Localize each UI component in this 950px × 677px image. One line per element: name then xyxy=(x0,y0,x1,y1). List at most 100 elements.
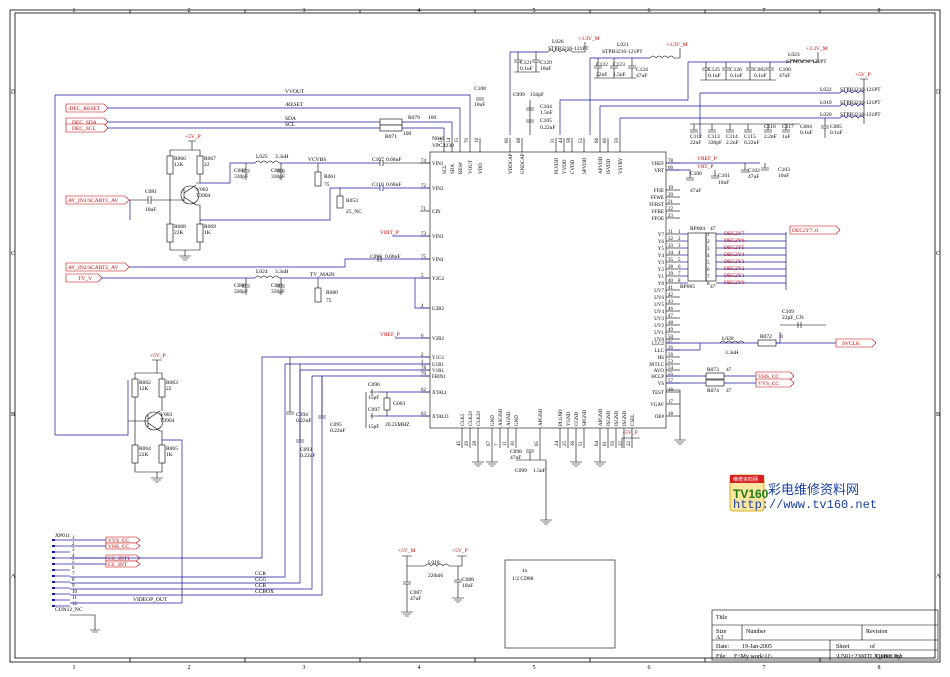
r079-val: 100 xyxy=(428,115,437,121)
r079-ref: R079 xyxy=(408,115,420,121)
r064-val: 22K xyxy=(139,452,149,458)
c099-val: 150pF xyxy=(530,92,544,98)
c096-val: 15pF xyxy=(368,395,379,401)
ic-pin-name: GNDCAP xyxy=(521,153,526,174)
ic-pin-name: RES# xyxy=(459,162,464,174)
r073-val: 47 xyxy=(726,367,732,373)
r066-val: 12K xyxy=(174,162,184,168)
c108-ref: C108 xyxy=(474,86,486,92)
connector-xp011: XP011 CON12_NC 1 VVS_CC2 VHS_CC34 CC_INT15 C… xyxy=(52,356,323,633)
watermark-slogan: 彩电维修资料网 xyxy=(768,483,859,498)
frame-col-label-top: 6 xyxy=(648,8,651,14)
c104-val: 1.5nF xyxy=(540,110,553,116)
frame-row-label-left: B xyxy=(11,412,15,418)
c100b-ref: C100 xyxy=(690,171,702,177)
ic-pin-number: 56 xyxy=(668,353,674,358)
ic-pin-name: VDDCAP xyxy=(509,153,514,174)
ic-pin-number: 32 xyxy=(668,237,674,242)
dec-bus-net: DEC2Y0 xyxy=(724,280,745,286)
size-value: A3 xyxy=(716,635,723,641)
ic-pin-number: 20 xyxy=(668,193,674,198)
ic-pin-name: GND xyxy=(515,415,520,426)
c098b-val: 47nF xyxy=(510,455,521,461)
ic-pin-name: Y6 xyxy=(658,240,665,245)
ic-pin-name: VSTBY xyxy=(619,157,624,174)
c082-val: 330pF xyxy=(234,174,248,180)
ic-pin-number: 22 xyxy=(627,441,632,447)
c120-val: 10uF xyxy=(540,66,551,72)
rp005-val: 47 xyxy=(710,284,716,290)
frame-col-label-bottom: 1 xyxy=(73,665,76,671)
r074-val: 47 xyxy=(726,388,732,394)
c113-val: 330pF xyxy=(708,140,722,146)
ic-pin-number: 38 xyxy=(668,265,674,270)
ic-pin-number: 67 xyxy=(487,441,492,447)
dec-bus-net: DEC2Y4 xyxy=(724,252,745,258)
c109-val: 22pF_CN xyxy=(782,315,804,321)
frame-col-label-bottom: 8 xyxy=(878,665,881,671)
ic-pin-number: 60 xyxy=(603,138,608,144)
ic-pin-name: PLVDD xyxy=(555,157,560,174)
dec-bus-net: DEC2Y1 xyxy=(724,273,745,279)
watermark-url: http://www.tv160.net xyxy=(733,498,877,512)
ic-pin-name: APGND xyxy=(539,408,544,426)
connector-pin-number: 10 xyxy=(72,590,78,595)
r063-val: 22 xyxy=(166,386,172,392)
c094-val: 0.22uF xyxy=(296,418,311,424)
dec-bus-net: DEC2Y7 xyxy=(724,231,745,237)
ic-pin-number: 23 xyxy=(668,214,674,219)
ic-vpc3230: N010 VPC3230 VIN174VIN272CIN71VIN373VIN4… xyxy=(420,136,680,448)
ic-pin-number: 33 xyxy=(668,244,674,249)
frame-row-label-right: D xyxy=(936,90,941,96)
schematic-canvas: 1122334455667788D DC CB BA A /DEC_RESET DEC_… xyxy=(9,8,941,671)
r080-val: 75 xyxy=(326,298,332,304)
r069-val: 1K xyxy=(204,230,211,236)
dec-reset-net: /DEC_RESET xyxy=(68,106,101,112)
av1-buffer: +5V_P R066 12K R067 22 V002 T3904 R068 2… xyxy=(65,134,430,261)
r068-val: 22K xyxy=(174,230,184,236)
c099-ref: C099 xyxy=(513,92,525,98)
l022-ref: L022 xyxy=(820,87,832,93)
c098-ref: C098 xyxy=(370,254,382,260)
ic-pin-number: 29 xyxy=(465,441,470,447)
ic-pin-name: Y3 xyxy=(658,261,665,266)
ic-pin-number: 58 xyxy=(567,138,572,144)
ic-pin-number: 39 xyxy=(668,272,674,277)
connector-pin-number: 9 xyxy=(72,584,75,589)
c099b-ref: C099 xyxy=(515,468,527,474)
l021-supply: +3.3V_M xyxy=(666,42,688,48)
ic-pin-name: INTLC xyxy=(649,363,664,368)
right-side-circuits: VREF_P VRT_P C100 47uF C101 10uF C102 47… xyxy=(666,156,877,445)
vrt-p-net: VRT_P xyxy=(697,164,713,170)
ic-pin-name: UV5 xyxy=(654,303,664,308)
ic-pin-name: Y1 xyxy=(658,275,665,280)
ic-pin-number: 66 xyxy=(595,138,600,144)
l022-val: STPB3216-121PT xyxy=(840,87,881,93)
connector-pin-number: 11 xyxy=(72,596,77,601)
r073-ref: R073 xyxy=(707,367,719,373)
ic-pin-name: UV4 xyxy=(654,310,664,315)
ic-pin-name: ISGND xyxy=(615,410,620,426)
c096-ref: C096 xyxy=(368,382,380,388)
connector-pin-number: 8 xyxy=(72,578,75,583)
ic-pin-name: VIN4 xyxy=(432,258,444,263)
vref-p2-net: VREF_P xyxy=(697,156,717,162)
ic-pin-name: UV1 xyxy=(654,331,664,336)
v002-supply: +5V_P xyxy=(185,134,201,140)
ic-pin-name: V1R1 xyxy=(432,369,444,374)
ic-pin-name: UV2 xyxy=(654,324,664,329)
frame-col-label-bottom: 2 xyxy=(188,665,191,671)
c101-val: 10uF xyxy=(718,180,729,186)
ic-pin-number: 47 xyxy=(668,314,674,319)
frame-row-label-right: B xyxy=(936,412,940,418)
c110-ref: C110 xyxy=(372,182,384,188)
ic-right-pins: VREF78VRT66FFIE19FFWE20FFRST21FFRE22FFOE… xyxy=(649,159,680,420)
ic-pin-number: 59 xyxy=(615,138,620,144)
ic-pin-name: VDD xyxy=(479,163,484,174)
ic-pin-number: 52 xyxy=(579,138,584,144)
ic-pin-number: 37 xyxy=(619,441,624,447)
ic-pin-name: FFOE xyxy=(652,217,664,222)
ic-pin-number: 41 xyxy=(668,286,674,291)
power-rails-top: L026 STPB3216-121PT +3.3V_M C121 0.1uF C… xyxy=(509,36,881,146)
ic-pin-name: YVDD xyxy=(563,159,568,174)
